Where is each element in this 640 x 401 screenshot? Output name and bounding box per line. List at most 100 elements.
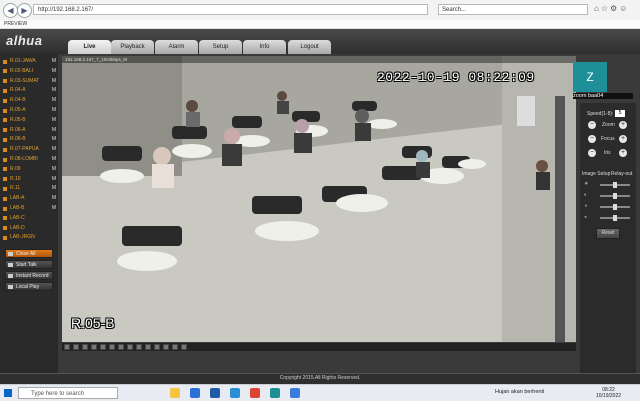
channel-flag[interactable]: M [52,166,56,174]
channel-flag[interactable]: M [52,117,56,125]
browser-tab[interactable]: PREVIEW [4,20,27,28]
channel-flag[interactable]: M [52,176,56,184]
iris-open-button[interactable]: + [619,149,627,157]
channel-item[interactable]: LAB-C [3,215,56,223]
tab-info[interactable]: Info [243,40,286,54]
channel-flag[interactable]: M [52,97,56,105]
tab-alarm[interactable]: Alarm [155,40,198,54]
channel-item[interactable]: LAB-A M [3,195,56,203]
channel-item[interactable]: R.09 M [3,166,56,174]
tab-live[interactable]: Live [68,40,111,54]
instant-record-button[interactable]: Instant Record [5,271,53,280]
tab-setup[interactable]: Setup [199,40,242,54]
channel-item[interactable]: LAB-B M [3,205,56,213]
zoom-app-icon[interactable] [270,388,280,398]
ie-icon[interactable] [290,388,300,398]
zoom-out-button[interactable]: − [588,121,596,129]
channel-flag[interactable]: M [52,107,56,115]
channel-flag[interactable]: M [52,136,56,144]
channel-item[interactable]: LAB-JRGN [3,234,56,242]
channel-item[interactable]: R.11 M [3,185,56,193]
hue-knob[interactable] [613,215,617,221]
video-control-icon[interactable] [100,344,106,350]
iris-close-button[interactable]: − [588,149,596,157]
video-control-icon[interactable] [154,344,160,350]
contrast-slider[interactable] [600,193,630,199]
channel-item[interactable]: LAB-D [3,225,56,233]
speed-select[interactable]: 5 [615,110,625,117]
channel-flag[interactable]: M [52,68,56,76]
video-control-icon[interactable] [172,344,178,350]
channel-flag[interactable]: M [52,58,56,66]
channel-item[interactable]: R.06-B M [3,136,56,144]
zoom-in-button[interactable]: + [619,121,627,129]
mail-icon[interactable] [230,388,240,398]
focus-out-button[interactable]: − [588,135,596,143]
channel-item[interactable]: R.05-A M [3,107,56,115]
windows-start-icon[interactable] [4,389,12,397]
focus-in-button[interactable]: + [619,135,627,143]
brightness-knob[interactable] [613,182,617,188]
channel-item[interactable]: R.06-A M [3,127,56,135]
saturation-knob[interactable] [613,204,617,210]
back-icon[interactable]: ◀ [3,3,18,18]
forward-icon[interactable]: ▶ [17,3,32,18]
channel-flag[interactable]: M [52,78,56,86]
smiley-icon[interactable]: ☺ [619,4,629,13]
video-control-icon[interactable] [82,344,88,350]
channel-item[interactable]: R.07-PAPUA M [3,146,56,154]
contrast-knob[interactable] [613,193,617,199]
channel-item[interactable]: R.10 M [3,176,56,184]
channel-flag[interactable]: M [52,146,56,154]
channel-item[interactable]: R.01-JAWA M [3,58,56,66]
hue-slider[interactable] [600,215,630,221]
clock[interactable]: 08:22 10/19/2022 [596,387,621,399]
chrome-icon[interactable] [250,388,260,398]
video-control-icon[interactable] [136,344,142,350]
channel-flag[interactable]: M [52,205,56,213]
video-control-icon[interactable] [64,344,70,350]
video-control-icon[interactable] [163,344,169,350]
reset-button[interactable]: Reset [596,228,620,239]
channel-item[interactable]: R.04-B M [3,97,56,105]
channel-flag[interactable]: M [52,195,56,203]
video-control-icon[interactable] [91,344,97,350]
close-all-button[interactable]: Close All [5,249,53,258]
outlook-icon[interactable] [210,388,220,398]
zoom-avatar[interactable]: Z [573,62,607,92]
file-explorer-icon[interactable] [170,388,180,398]
video-control-icon[interactable] [181,344,187,350]
browser-search-input[interactable]: Search... [438,4,588,15]
tab-playback[interactable]: Playback [111,40,154,54]
brightness-slider[interactable] [600,182,630,188]
video-control-icon[interactable] [127,344,133,350]
channel-item[interactable]: R.08-LOMBI M [3,156,56,164]
taskbar-search-input[interactable]: Type here to search [18,387,118,399]
video-control-icon[interactable] [145,344,151,350]
channel-item[interactable]: R.05-B M [3,117,56,125]
channel-item[interactable]: R.02-BALI M [3,68,56,76]
image-setup-tab[interactable]: Image Setup [582,171,610,177]
weather-widget[interactable]: Hujan akan berhenti [495,389,544,395]
start-talk-button[interactable]: Start Talk [5,260,53,269]
gear-icon[interactable]: ⚙ [610,4,619,13]
channel-flag[interactable]: M [52,87,56,95]
star-icon[interactable]: ☆ [601,4,610,13]
home-icon[interactable]: ⌂ [594,4,601,13]
relay-out-tab[interactable]: Relay-out [611,171,632,177]
browser-app-icon[interactable] [190,388,200,398]
channel-item[interactable]: R.03-SUMAT M [3,78,56,86]
video-control-icon[interactable] [73,344,79,350]
channel-panel: R.01-JAWA M R.02-BALI M R.03-SUMAT M R.04-A M R.… [0,54,58,373]
live-video-feed[interactable] [62,56,576,342]
saturation-slider[interactable] [600,204,630,210]
channel-flag[interactable]: M [52,185,56,193]
video-control-icon[interactable] [109,344,115,350]
channel-flag[interactable]: M [52,127,56,135]
local-play-button[interactable]: Local Play [5,282,53,291]
address-bar[interactable]: http://192.168.2.167/ [33,4,428,15]
tab-logout[interactable]: Logout [288,40,331,54]
channel-item[interactable]: R.04-A M [3,87,56,95]
channel-flag[interactable]: M [52,156,56,164]
video-control-icon[interactable] [118,344,124,350]
